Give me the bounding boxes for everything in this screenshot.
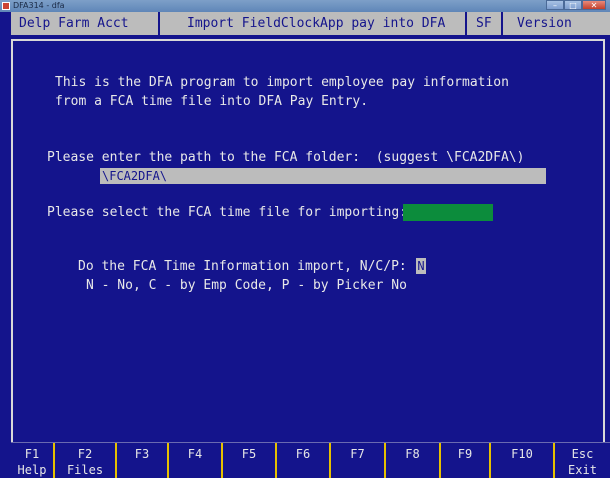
window-titlebar: DFA314 - dfa – □ ✕: [0, 0, 610, 12]
fkey-label: F4: [187, 447, 203, 461]
fkey-label: Esc: [571, 447, 594, 461]
function-key-bar: F1 Help F2 Files F3 F4 F5 F6 F7 F8 F9 F1…: [11, 442, 610, 478]
import-hint: N - No, C - by Emp Code, P - by Picker N…: [86, 278, 407, 293]
fkey-f4[interactable]: F4: [169, 443, 223, 478]
fkey-esc[interactable]: Esc Exit: [555, 443, 610, 478]
fkey-f7[interactable]: F7: [331, 443, 386, 478]
file-select-field[interactable]: [403, 204, 493, 221]
fkey-f10[interactable]: F10: [491, 443, 555, 478]
import-prompt: Do the FCA Time Information import, N/C/…: [78, 259, 407, 274]
fkey-action: Help: [17, 463, 47, 477]
fkey-f3[interactable]: F3: [117, 443, 169, 478]
header-divider: [158, 12, 160, 35]
app-name: Delp Farm Acct: [19, 16, 129, 31]
fkey-label: F5: [241, 447, 257, 461]
close-icon[interactable]: ✕: [582, 0, 606, 10]
app-icon: [2, 2, 10, 10]
intro-line-2: from a FCA time file into DFA Pay Entry.: [55, 94, 369, 109]
fkey-label: F9: [457, 447, 473, 461]
minimize-icon[interactable]: –: [546, 0, 564, 10]
fkey-action: Exit: [568, 463, 597, 477]
fkey-f8[interactable]: F8: [386, 443, 441, 478]
program-header: Delp Farm Acct Import FieldClockApp pay …: [11, 12, 610, 54]
maximize-icon[interactable]: □: [564, 0, 582, 10]
fkey-f9[interactable]: F9: [441, 443, 491, 478]
import-choice-input[interactable]: N: [416, 258, 426, 274]
header-divider: [501, 12, 503, 35]
header-divider: [465, 12, 467, 35]
program-code: SF: [476, 16, 492, 31]
path-input[interactable]: \FCA2DFA\: [100, 168, 546, 184]
program-title: Import FieldClockApp pay into DFA: [187, 16, 446, 31]
intro-line-1: This is the DFA program to import employ…: [55, 75, 509, 90]
fkey-f5[interactable]: F5: [223, 443, 277, 478]
fkey-f2[interactable]: F2 Files: [55, 443, 117, 478]
window-controls: – □ ✕: [546, 0, 606, 10]
fkey-label: F8: [405, 447, 420, 461]
path-prompt: Please enter the path to the FCA folder:…: [47, 150, 525, 165]
fkey-label: F2: [77, 447, 93, 461]
fkey-f6[interactable]: F6: [277, 443, 331, 478]
fkey-label: F6: [295, 447, 311, 461]
fkey-f1[interactable]: F1 Help: [11, 443, 55, 478]
window-title: DFA314 - dfa: [13, 1, 65, 10]
fkey-label: F10: [511, 447, 533, 461]
file-prompt: Please select the FCA time file for impo…: [47, 205, 408, 220]
fkey-label: F3: [134, 447, 150, 461]
fkey-label: F7: [350, 447, 365, 461]
fkey-label: F1: [24, 447, 40, 461]
fkey-action: Files: [66, 463, 104, 477]
